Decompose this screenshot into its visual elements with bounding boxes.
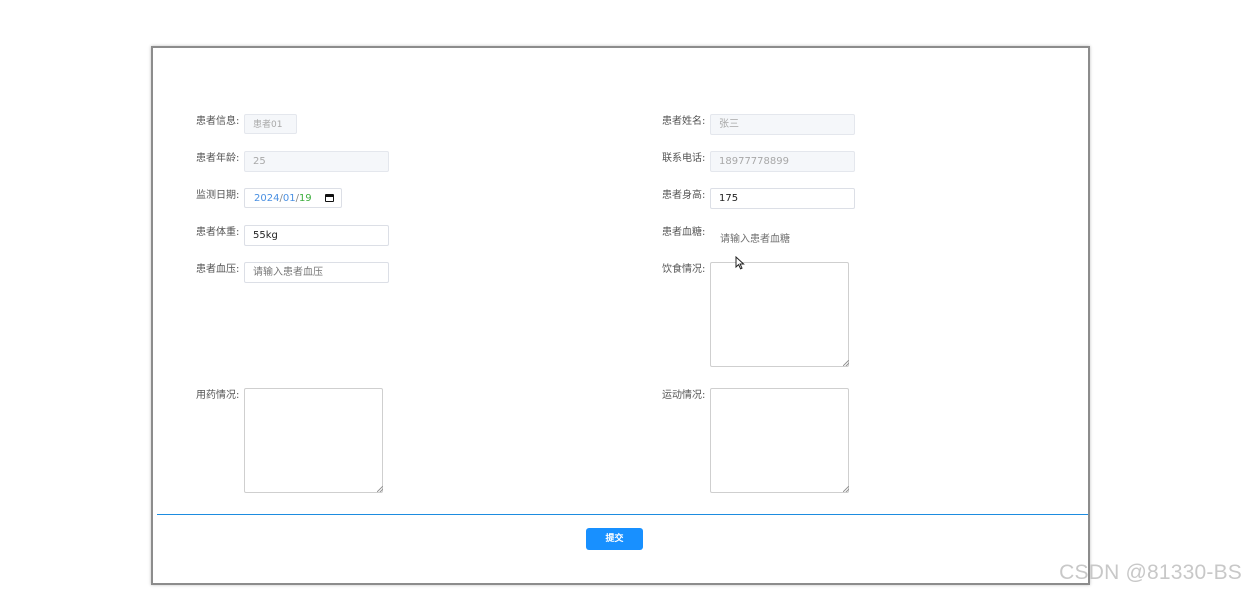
patient-weight-label: 患者体重: xyxy=(196,227,240,238)
date-month[interactable]: 01 xyxy=(283,193,296,204)
diet-resize-handle[interactable] xyxy=(843,360,849,366)
contact-phone-label: 联系电话: xyxy=(662,153,706,164)
patient-weight-field[interactable]: 55kg xyxy=(244,225,389,246)
blood-pressure-label: 患者血压: xyxy=(196,264,240,275)
patient-height-field[interactable]: 175 xyxy=(710,188,855,209)
patient-age-label: 患者年龄: xyxy=(196,153,240,164)
medication-resize-handle[interactable] xyxy=(377,486,383,492)
mouse-cursor-icon xyxy=(735,256,745,270)
date-year[interactable]: 2024 xyxy=(254,193,279,204)
footer-divider xyxy=(157,514,1088,515)
monitor-date-picker[interactable]: 2024/01/19 xyxy=(244,188,342,208)
patient-name-label: 患者姓名: xyxy=(662,116,706,127)
date-day[interactable]: 19 xyxy=(299,193,312,204)
diet-textarea[interactable] xyxy=(710,262,849,367)
calendar-icon[interactable] xyxy=(325,194,334,202)
blood-sugar-label: 患者血糖: xyxy=(662,227,706,238)
patient-info-label: 患者信息: xyxy=(196,116,240,127)
blood-sugar-input[interactable]: 请输入患者血糖 xyxy=(720,230,790,245)
exercise-resize-handle[interactable] xyxy=(843,486,849,492)
contact-phone-field[interactable]: 18977778899 xyxy=(710,151,855,172)
exercise-label: 运动情况: xyxy=(662,390,706,401)
monitor-date-label: 监测日期: xyxy=(196,190,240,201)
medication-label: 用药情况: xyxy=(196,390,240,401)
patient-monitor-dialog: 患者信息: 患者01 患者姓名: 张三 患者年龄: 25 联系电话: 18977… xyxy=(151,46,1090,585)
submit-button[interactable]: 提交 xyxy=(586,528,643,550)
exercise-textarea[interactable] xyxy=(710,388,849,493)
patient-height-label: 患者身高: xyxy=(662,190,706,201)
blood-pressure-input[interactable]: 请输入患者血压 xyxy=(244,262,389,283)
medication-textarea[interactable] xyxy=(244,388,383,493)
patient-name-field[interactable]: 张三 xyxy=(710,114,855,135)
watermark: CSDN @81330-BS xyxy=(1059,561,1242,584)
patient-age-field[interactable]: 25 xyxy=(244,151,389,172)
diet-label: 饮食情况: xyxy=(662,264,706,275)
patient-info-field[interactable]: 患者01 xyxy=(244,114,297,134)
